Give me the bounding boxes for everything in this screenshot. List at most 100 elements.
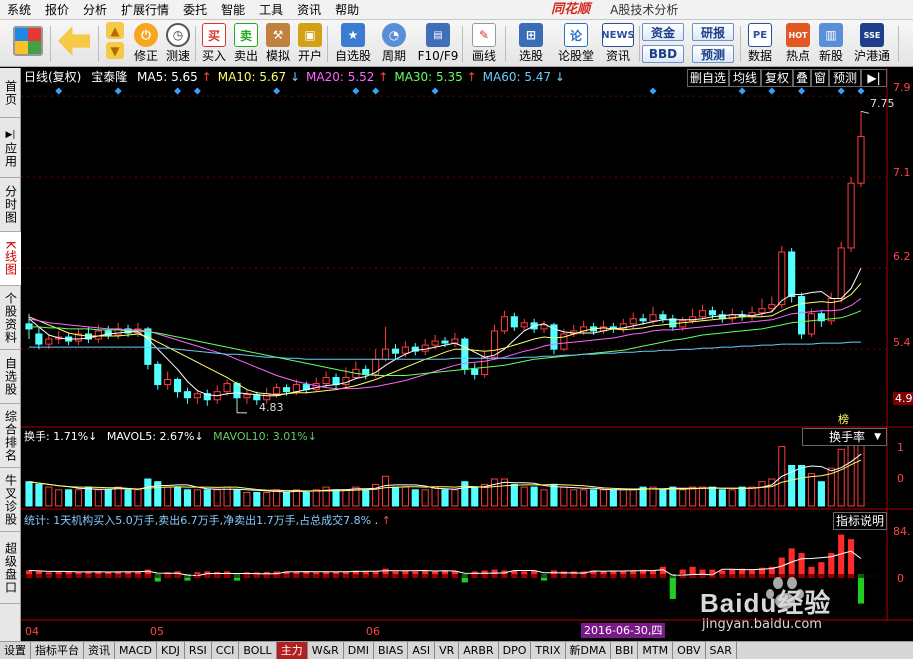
ipo-icon: ▥	[819, 23, 843, 47]
forecast-panel-button[interactable]: 预测	[829, 69, 861, 87]
clock-icon: ◔	[382, 23, 406, 47]
bbd-button[interactable]: BBD	[642, 45, 684, 63]
turnover-bar	[213, 489, 221, 507]
adjust-button[interactable]: 复权	[761, 69, 793, 87]
indicator-help-button[interactable]: 指标说明	[833, 512, 887, 530]
tab-20[interactable]: OBV	[673, 642, 706, 659]
menu-extended-quotes[interactable]: 扩展行情	[114, 0, 176, 20]
candle-body	[292, 384, 300, 393]
hotspot-button[interactable]: HOT 热点	[782, 23, 814, 65]
tab-11[interactable]: BIAS	[374, 642, 409, 659]
simulate-button[interactable]: ⚒ 模拟	[262, 23, 294, 65]
sidebar-item-intraday[interactable]: 分时图	[0, 178, 21, 232]
open-account-button[interactable]: ▣ 开户	[294, 23, 326, 65]
tab-21[interactable]: SAR	[705, 642, 737, 659]
menu-system[interactable]: 系统	[0, 0, 38, 20]
tab-5[interactable]: RSI	[184, 642, 212, 659]
current-price-tick: 4.9	[893, 392, 913, 405]
menu-help[interactable]: 帮助	[328, 0, 366, 20]
forecast-button[interactable]: 预测	[692, 45, 734, 63]
data-button[interactable]: PE 数据	[744, 23, 776, 65]
tab-8[interactable]: 主力	[276, 642, 308, 659]
sell-button[interactable]: 卖 卖出	[230, 23, 262, 65]
main-force-bar	[798, 553, 805, 576]
sidebar-item-home[interactable]: 首页	[0, 68, 21, 118]
ma-legend-item: MA10: 5.67 ↓	[218, 70, 300, 84]
candle-body	[837, 247, 845, 300]
tab-14[interactable]: ARBR	[459, 642, 499, 659]
menu-quotes[interactable]: 报价	[38, 0, 76, 20]
chart-canvas[interactable]	[21, 68, 913, 641]
turnover-label: 换手: 1.71%	[24, 430, 89, 443]
menu-analysis[interactable]: 分析	[76, 0, 114, 20]
event-markers	[55, 87, 865, 95]
back-button[interactable]	[58, 26, 90, 68]
tab-15[interactable]: DPO	[498, 642, 532, 659]
turnover-bar	[243, 492, 251, 507]
tab-19[interactable]: MTM	[638, 642, 674, 659]
sidebar-item-stock-profile[interactable]: 个股资料	[0, 286, 21, 350]
tab-0[interactable]: 设置	[0, 642, 31, 659]
main-force-bar	[818, 562, 825, 576]
menu-news[interactable]: 资讯	[290, 0, 328, 20]
period-label[interactable]: 日线(复权)	[24, 70, 81, 84]
turnover-bar	[580, 489, 588, 507]
tab-6[interactable]: CCI	[211, 642, 240, 659]
menu-trade[interactable]: 委托	[176, 0, 214, 20]
watchlist-button[interactable]: ★ 自选股	[333, 23, 373, 65]
tab-12[interactable]: ASI	[408, 642, 436, 659]
ma-button[interactable]: 均线	[729, 69, 761, 87]
window-button[interactable]: 窗	[811, 69, 829, 87]
draw-line-button[interactable]: ✎ 画线	[468, 23, 500, 65]
tab-2[interactable]: 资讯	[84, 642, 115, 659]
sidebar-item-ranking[interactable]: 综合排名	[0, 404, 21, 468]
menu-smart[interactable]: 智能	[214, 0, 252, 20]
f10-button[interactable]: ▤ F10/F9	[418, 23, 458, 65]
hk-connect-button[interactable]: SSE 沪港通	[852, 23, 892, 65]
period-button[interactable]: ◔ 周期	[378, 23, 410, 65]
sidebar-item-super-order-book[interactable]: 超级盘口	[0, 532, 21, 604]
select-stock-button[interactable]: ⊞ 选股	[515, 23, 547, 65]
remove-watchlist-button[interactable]: 删自选	[687, 69, 729, 87]
news-button[interactable]: NEWS 资讯	[601, 23, 635, 65]
sidebar-item-apps[interactable]: ▶| 应用	[0, 118, 21, 178]
fix-button[interactable]: ⏻ 修正	[130, 23, 162, 65]
ranking-badge[interactable]: 榜	[838, 411, 849, 427]
tab-3[interactable]: MACD	[115, 642, 157, 659]
turnover-bar	[164, 486, 172, 507]
up-down-button[interactable]: ▲ ▼	[104, 22, 126, 62]
overlay-button[interactable]: 叠	[793, 69, 811, 87]
turnover-bar	[510, 483, 518, 507]
speed-test-button[interactable]: ◷ 测速	[162, 23, 194, 65]
capital-button[interactable]: 资金	[642, 23, 684, 41]
tab-10[interactable]: DMI	[343, 642, 375, 659]
expand-panel-button[interactable]: ▶|	[861, 69, 887, 87]
indicator-dropdown[interactable]: 换手率 ▼	[802, 428, 887, 446]
turnover-bar	[590, 489, 598, 507]
buy-button[interactable]: 买 买入	[198, 23, 230, 65]
tab-16[interactable]: TRIX	[531, 642, 566, 659]
research-report-button[interactable]: 研报	[692, 23, 734, 41]
tab-4[interactable]: KDJ	[156, 642, 185, 659]
tab-7[interactable]: BOLL	[239, 642, 277, 659]
turnover-bar	[679, 489, 687, 507]
color-grid-button[interactable]	[12, 26, 44, 68]
forum-button[interactable]: 论 论股堂	[556, 23, 596, 65]
price-annotations	[236, 110, 870, 414]
tab-9[interactable]: W&R	[307, 642, 344, 659]
event-diamond	[193, 87, 201, 95]
turnover-bar	[55, 489, 63, 507]
tab-17[interactable]: 新DMA	[565, 642, 612, 659]
candle-body	[758, 308, 766, 314]
sidebar-item-diagnosis[interactable]: 牛叉诊股	[0, 468, 21, 532]
news-icon: NEWS	[601, 23, 635, 47]
tab-1[interactable]: 指标平台	[31, 642, 84, 659]
ipo-button[interactable]: ▥ 新股	[815, 23, 847, 65]
kline-chart-area[interactable]: 日线(复权) 宝泰隆 MA5: 5.65 ↑ MA10: 5.67 ↓ MA20: …	[21, 68, 913, 641]
sidebar-item-kline[interactable]: K线图	[0, 232, 21, 286]
main-force-bars	[21, 534, 887, 604]
tab-18[interactable]: BBI	[611, 642, 639, 659]
sidebar-item-watchlist[interactable]: 自选股	[0, 350, 21, 404]
tab-13[interactable]: VR	[435, 642, 460, 659]
menu-tools[interactable]: 工具	[252, 0, 290, 20]
